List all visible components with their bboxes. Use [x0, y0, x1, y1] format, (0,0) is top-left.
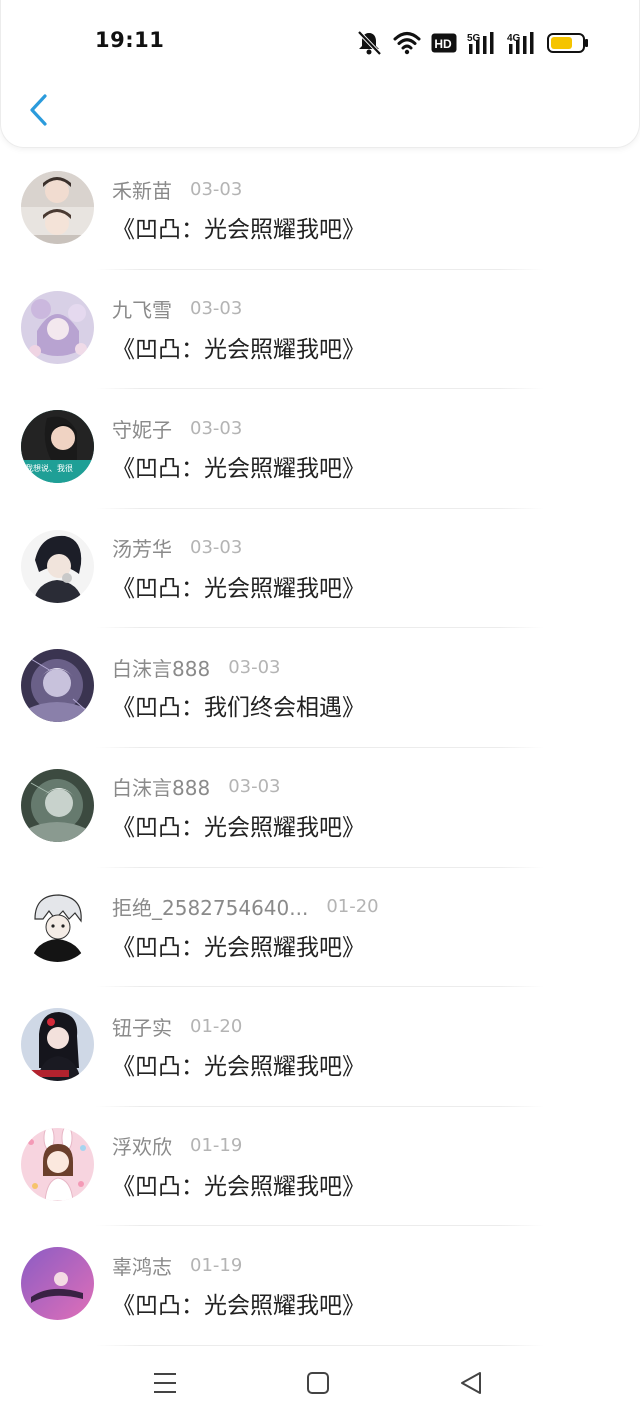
back-triangle-icon — [459, 1371, 483, 1399]
item-meta: 钮子实 01-20 — [112, 1012, 243, 1041]
post-title[interactable]: 《凹凸：光会照耀我吧》 — [112, 330, 365, 364]
user-name[interactable]: 守妮子 — [112, 414, 172, 443]
user-name[interactable]: 禾新苗 — [112, 175, 172, 204]
menu-icon — [152, 1371, 178, 1399]
user-name[interactable]: 浮欢欣 — [112, 1131, 172, 1160]
user-name[interactable]: 辜鸿志 — [112, 1251, 172, 1280]
post-title[interactable]: 《凹凸：光会照耀我吧》 — [112, 449, 365, 483]
chevron-left-icon — [28, 93, 50, 131]
item-meta: 拒绝_2582754640... 01-20 — [112, 894, 379, 920]
4g-signal-icon: 4G — [507, 32, 537, 54]
post-date: 03-03 — [190, 178, 243, 200]
list-item[interactable]: 禾新苗 03-03 《凹凸：光会照耀我吧》 — [0, 150, 640, 270]
screen: 19:11 HD 5G 4G 禾新苗 03-03 《凹凸：光会照耀我吧》 九飞雪… — [0, 0, 640, 1423]
post-title[interactable]: 《凹凸：光会照耀我吧》 — [112, 1047, 365, 1081]
list-item[interactable]: 拒绝_2582754640... 01-20 《凹凸：光会照耀我吧》 — [0, 868, 640, 988]
post-title[interactable]: 《凹凸：光会照耀我吧》 — [112, 569, 365, 603]
list-item[interactable]: 浮欢欣 01-19 《凹凸：光会照耀我吧》 — [0, 1107, 640, 1227]
svg-text:我想说、我很: 我想说、我很 — [25, 463, 73, 473]
list-item[interactable]: 辜鸿志 01-19 《凹凸：光会照耀我吧》 — [0, 1226, 640, 1346]
item-meta: 禾新苗 03-03 — [112, 175, 243, 204]
item-meta: 浮欢欣 01-19 — [112, 1133, 242, 1159]
post-title[interactable]: 《凹凸：光会照耀我吧》 — [112, 808, 365, 842]
list-item[interactable]: 九飞雪 03-03 《凹凸：光会照耀我吧》 — [0, 270, 640, 390]
post-date: 01-19 — [190, 1135, 243, 1157]
list-item[interactable]: 钮子实 01-20 《凹凸：光会照耀我吧》 — [0, 987, 640, 1107]
status-icons: HD 5G 4G — [355, 30, 589, 56]
header: 19:11 HD 5G 4G — [0, 0, 640, 148]
avatar[interactable] — [21, 171, 94, 244]
post-date: 03-03 — [190, 298, 243, 320]
post-date: 03-03 — [228, 656, 281, 678]
back-button[interactable] — [21, 92, 57, 132]
post-date: 03-03 — [228, 776, 281, 798]
post-date: 03-03 — [190, 537, 243, 559]
avatar[interactable] — [21, 290, 94, 364]
post-title[interactable]: 《凹凸：我们终会相遇》 — [112, 688, 365, 722]
user-name[interactable]: 汤芳华 — [112, 533, 172, 562]
5g-signal-icon: 5G — [467, 32, 497, 54]
hd-icon: HD — [431, 33, 457, 53]
list-item[interactable]: 我想说、我很 守妮子 03-03 《凹凸：光会照耀我吧》 — [0, 389, 640, 509]
menu-button[interactable] — [150, 1370, 180, 1400]
list-item[interactable]: 汤芳华 03-03 《凹凸：光会照耀我吧》 — [0, 509, 640, 629]
item-meta: 守妮子 03-03 — [112, 414, 243, 443]
list-item[interactable]: 白沫言888 03-03 《凹凸：我们终会相遇》 — [0, 628, 640, 748]
avatar[interactable] — [21, 768, 94, 842]
post-date: 01-19 — [190, 1254, 243, 1276]
avatar[interactable] — [21, 1127, 94, 1201]
avatar[interactable] — [21, 1247, 94, 1321]
svg-text:HD: HD — [434, 37, 452, 51]
battery-icon — [547, 33, 589, 53]
post-date: 01-20 — [326, 896, 379, 918]
status-bar: 19:11 HD 5G 4G — [1, 0, 640, 84]
item-meta: 白沫言888 03-03 — [112, 653, 281, 682]
item-meta: 汤芳华 03-03 — [112, 535, 242, 561]
user-name[interactable]: 白沫言888 — [112, 772, 210, 801]
post-title[interactable]: 《凹凸：光会照耀我吧》 — [112, 210, 365, 244]
post-title[interactable]: 《凹凸：光会照耀我吧》 — [112, 1286, 365, 1320]
mute-bell-icon — [355, 30, 383, 56]
avatar[interactable]: 我想说、我很 — [21, 410, 94, 484]
item-meta: 白沫言888 03-03 — [112, 774, 281, 800]
avatar[interactable] — [21, 888, 94, 962]
user-name[interactable]: 钮子实 — [112, 1012, 172, 1041]
avatar[interactable] — [21, 529, 94, 603]
home-square-icon — [306, 1371, 330, 1399]
avatar[interactable] — [21, 1008, 94, 1082]
item-meta: 九飞雪 03-03 — [112, 296, 242, 322]
wifi-icon — [393, 31, 421, 55]
system-back-button[interactable] — [456, 1370, 486, 1400]
user-name[interactable]: 九飞雪 — [112, 294, 172, 323]
post-date: 01-20 — [190, 1015, 243, 1037]
message-list: 禾新苗 03-03 《凹凸：光会照耀我吧》 九飞雪 03-03 《凹凸：光会照耀… — [0, 150, 640, 1346]
user-name[interactable]: 拒绝_2582754640... — [112, 892, 308, 921]
home-button[interactable] — [303, 1370, 333, 1400]
post-title[interactable]: 《凹凸：光会照耀我吧》 — [112, 928, 365, 962]
avatar[interactable] — [21, 649, 94, 723]
user-name[interactable]: 白沫言888 — [112, 653, 210, 682]
item-meta: 辜鸿志 01-19 — [112, 1251, 243, 1280]
navigation-bar — [0, 1346, 640, 1423]
post-date: 03-03 — [190, 417, 243, 439]
post-title[interactable]: 《凹凸：光会照耀我吧》 — [112, 1167, 365, 1201]
list-item[interactable]: 白沫言888 03-03 《凹凸：光会照耀我吧》 — [0, 748, 640, 868]
status-time: 19:11 — [95, 28, 165, 52]
